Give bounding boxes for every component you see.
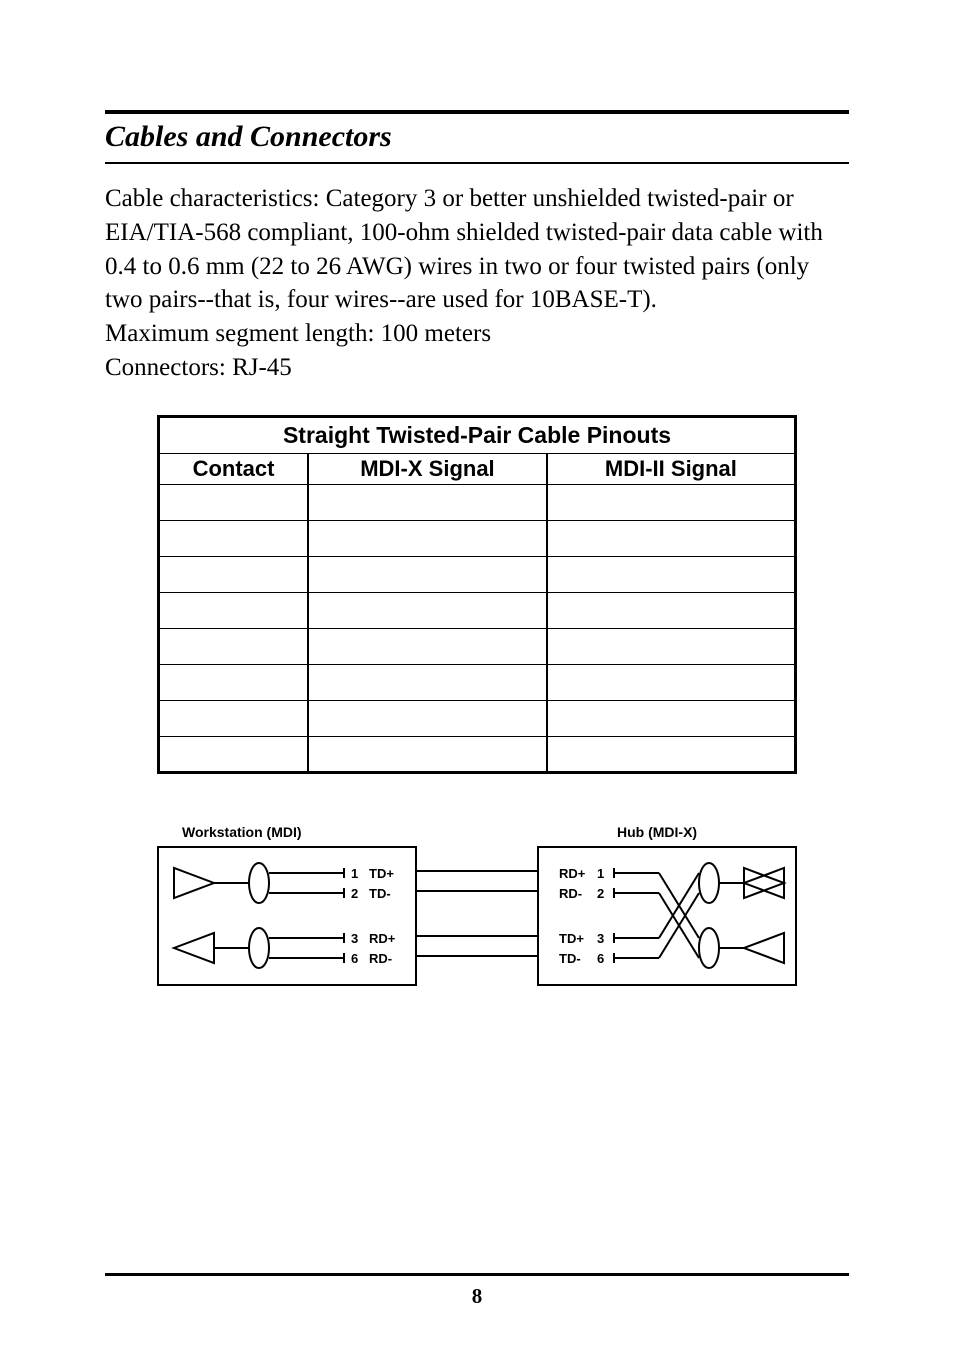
cell-mdix	[308, 484, 547, 520]
pin-signal: RD-	[559, 886, 582, 901]
cell-contact	[159, 664, 309, 700]
section-title: Cables and Connectors	[105, 120, 849, 154]
pin-num: 6	[597, 951, 604, 966]
cell-mdiii	[547, 592, 796, 628]
table-row	[159, 700, 796, 736]
table-row	[159, 520, 796, 556]
paragraph-connectors: Connectors: RJ-45	[105, 351, 849, 385]
table-row	[159, 628, 796, 664]
pin-signal: RD+	[369, 931, 395, 946]
cell-mdiii	[547, 664, 796, 700]
table-row	[159, 592, 796, 628]
table-row	[159, 736, 796, 772]
cell-contact	[159, 592, 309, 628]
page-footer: 8	[105, 1273, 849, 1309]
cell-contact	[159, 484, 309, 520]
pin-signal: TD+	[369, 866, 394, 881]
cell-contact	[159, 736, 309, 772]
pin-signal: TD-	[559, 951, 581, 966]
cell-mdix	[308, 556, 547, 592]
pin-num: 2	[351, 886, 358, 901]
pin-num: 3	[351, 931, 358, 946]
table-header-contact: Contact	[159, 453, 309, 484]
cell-mdix	[308, 700, 547, 736]
cell-contact	[159, 556, 309, 592]
cell-mdix	[308, 592, 547, 628]
pin-signal: TD-	[369, 886, 391, 901]
cell-mdix	[308, 664, 547, 700]
cell-mdiii	[547, 736, 796, 772]
cable-lines-icon	[417, 846, 539, 986]
hub-box: RD+ 1 RD- 2 TD+ 3 TD- 6	[537, 846, 797, 986]
cell-mdiii	[547, 520, 796, 556]
cell-mdix	[308, 736, 547, 772]
paragraph-cable-characteristics: Cable characteristics: Category 3 or bet…	[105, 182, 849, 317]
cell-contact	[159, 700, 309, 736]
cell-mdiii	[547, 484, 796, 520]
table-title: Straight Twisted-Pair Cable Pinouts	[159, 416, 796, 453]
table-row	[159, 556, 796, 592]
pinout-table: Straight Twisted-Pair Cable Pinouts Cont…	[157, 415, 797, 774]
cell-contact	[159, 520, 309, 556]
table-header-mdiii: MDI-II Signal	[547, 453, 796, 484]
wiring-diagram: Workstation (MDI) Hub (MDI-X) 1 TD+ 2 TD…	[157, 824, 797, 1014]
pin-signal: RD+	[559, 866, 585, 881]
pin-num: 3	[597, 931, 604, 946]
cell-mdix	[308, 520, 547, 556]
body-text: Cable characteristics: Category 3 or bet…	[105, 182, 849, 385]
pin-num: 1	[351, 866, 358, 881]
pin-signal: TD+	[559, 931, 584, 946]
table-row	[159, 484, 796, 520]
table-row	[159, 664, 796, 700]
cell-mdix	[308, 628, 547, 664]
page-number: 8	[105, 1284, 849, 1309]
pin-num: 2	[597, 886, 604, 901]
pin-num: 1	[597, 866, 604, 881]
pin-num: 6	[351, 951, 358, 966]
hub-label: Hub (MDI-X)	[617, 824, 697, 840]
cell-mdiii	[547, 700, 796, 736]
pin-signal: RD-	[369, 951, 392, 966]
table-header-mdix: MDI-X Signal	[308, 453, 547, 484]
cell-mdiii	[547, 556, 796, 592]
workstation-box: 1 TD+ 2 TD- 3 RD+ 6 RD-	[157, 846, 417, 986]
cell-contact	[159, 628, 309, 664]
paragraph-max-segment: Maximum segment length: 100 meters	[105, 317, 849, 351]
cell-mdiii	[547, 628, 796, 664]
workstation-label: Workstation (MDI)	[182, 824, 302, 840]
